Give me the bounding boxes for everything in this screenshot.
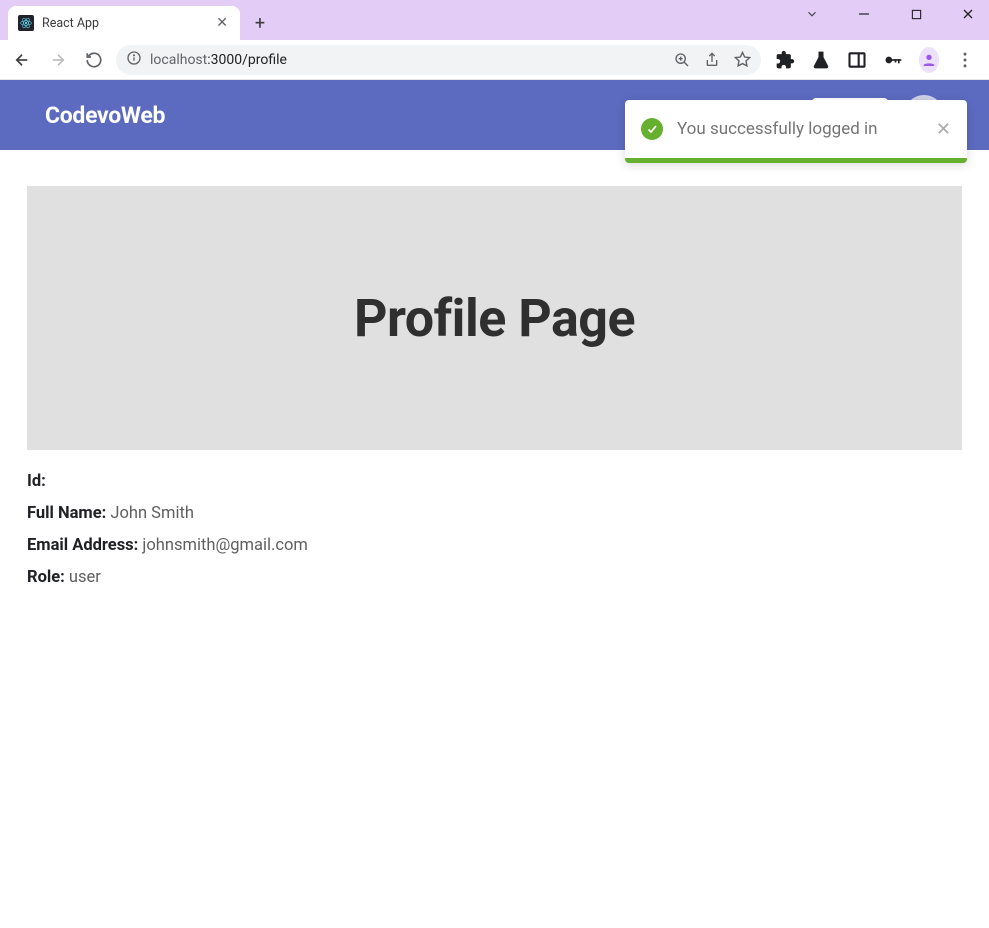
browser-tab[interactable]: React App ✕ [8,6,240,40]
checkmark-success-icon [641,118,663,140]
kebab-menu-icon[interactable] [955,50,975,70]
browser-titlebar: React App ✕ + [0,0,989,40]
forward-button[interactable] [44,46,72,74]
page-viewport: CodevoWeb You successfully logged in ✕ P… [0,80,989,928]
profile-avatar-icon[interactable] [919,50,939,70]
toast-notification: You successfully logged in ✕ [625,100,967,163]
maximize-window-icon[interactable] [901,2,931,26]
extensions-puzzle-icon[interactable] [775,50,795,70]
new-tab-button[interactable]: + [246,9,274,37]
bookmark-star-icon[interactable] [734,51,751,68]
id-label: Id: [27,472,46,491]
close-tab-icon[interactable]: ✕ [214,15,230,31]
brand-logo[interactable]: CodevoWeb [45,102,165,129]
name-value: John Smith [110,504,194,523]
name-label: Full Name: [27,504,106,523]
browser-toolbar: localhost:3000/profile [0,40,989,80]
field-full-name: Full Name: John Smith [27,504,962,523]
profile-fields: Id: Full Name: John Smith Email Address:… [27,450,962,587]
address-bar[interactable]: localhost:3000/profile [116,45,761,75]
chevron-down-icon[interactable] [797,2,827,26]
share-icon[interactable] [704,52,720,68]
zoom-icon[interactable] [674,52,690,68]
field-email: Email Address: johnsmith@gmail.com [27,536,962,555]
flask-icon[interactable] [811,50,831,70]
email-label: Email Address: [27,536,138,555]
toast-message: You successfully logged in [677,119,922,139]
back-button[interactable] [8,46,36,74]
toolbar-extensions [769,50,981,70]
window-controls [797,2,983,26]
reload-button[interactable] [80,46,108,74]
toast-close-icon[interactable]: ✕ [936,119,951,140]
role-label: Role: [27,568,65,587]
email-value: johnsmith@gmail.com [142,536,307,555]
site-info-icon[interactable] [126,50,142,70]
page-banner: Profile Page [27,186,962,450]
url-text: localhost:3000/profile [150,52,287,68]
minimize-window-icon[interactable] [849,2,879,26]
field-id: Id: [27,472,962,491]
close-window-icon[interactable] [953,2,983,26]
page-title: Profile Page [354,288,635,349]
role-value: user [69,568,101,587]
panel-icon[interactable] [847,50,867,70]
page-content: Profile Page Id: Full Name: John Smith E… [0,150,989,587]
field-role: Role: user [27,568,962,587]
key-icon[interactable] [883,50,903,70]
react-favicon-icon [18,15,34,31]
tab-title: React App [42,16,206,31]
